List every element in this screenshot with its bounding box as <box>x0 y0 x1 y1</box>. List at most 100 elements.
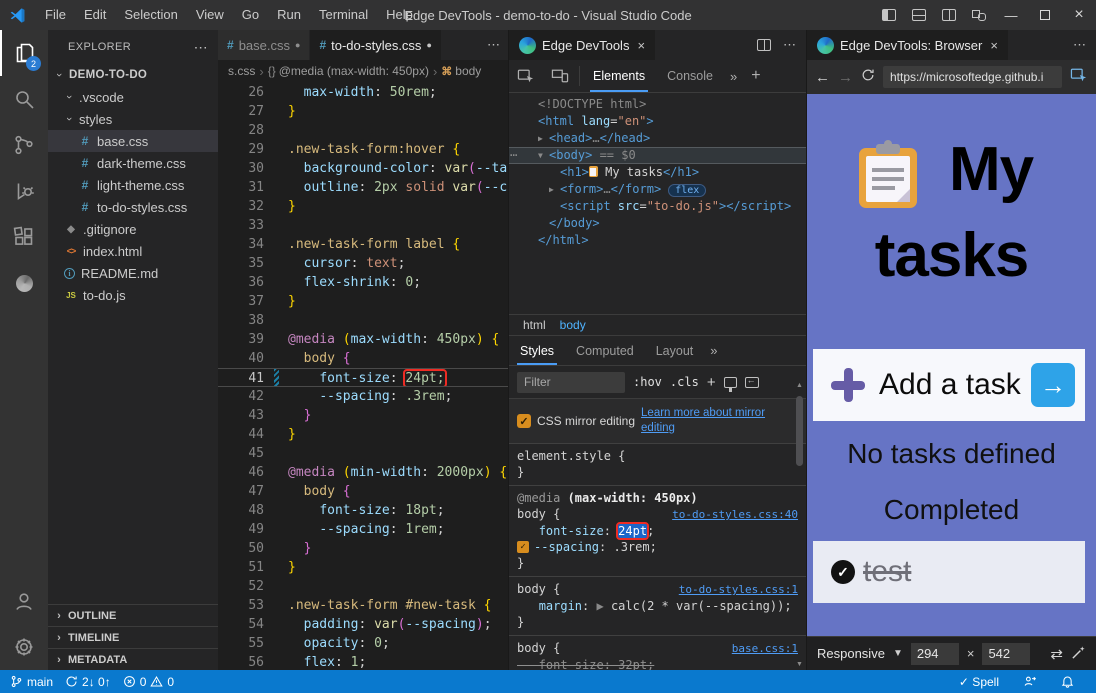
breadcrumb-selector[interactable]: body <box>455 64 481 78</box>
explorer-item-dark-theme-css[interactable]: #dark-theme.css <box>48 152 218 174</box>
code-line-39[interactable]: 39@media (max-width: 450px) { <box>218 330 508 349</box>
style-rule-row[interactable]: } <box>509 555 806 571</box>
dom-node[interactable]: ⋯▼<body> == $0 <box>509 147 806 164</box>
add-task-label[interactable]: Add a task <box>879 368 1021 402</box>
explorer-item-base-css[interactable]: #base.css <box>48 130 218 152</box>
menu-edit[interactable]: Edit <box>75 0 115 30</box>
code-line-32[interactable]: 32} <box>218 197 508 216</box>
collapse-arrow-icon[interactable]: ▶ <box>538 130 549 147</box>
code-line-42[interactable]: 42 --spacing: .3rem; <box>218 387 508 406</box>
stylesheet-link[interactable]: to-do-styles.css:40 <box>666 507 798 523</box>
dom-node[interactable]: ▶<head>…</head> <box>509 130 806 147</box>
notifications-bell-icon[interactable] <box>1061 675 1074 688</box>
code-line-40[interactable]: 40 body { <box>218 349 508 368</box>
element-crumb-body[interactable]: body <box>554 318 592 332</box>
dom-node[interactable]: <html lang="en"> <box>509 113 806 130</box>
viewport-height-input[interactable] <box>982 643 1030 665</box>
code-line-41[interactable]: 41 font-size: 24pt; <box>218 368 508 387</box>
code-line-34[interactable]: 34.new-task-form label { <box>218 235 508 254</box>
code-line-47[interactable]: 47 body { <box>218 482 508 501</box>
url-bar[interactable]: https://microsoftedge.github.i <box>883 66 1062 88</box>
split-editor-icon[interactable] <box>757 39 771 51</box>
tab-console[interactable]: Console <box>656 60 724 92</box>
inspect-page-icon[interactable] <box>1070 67 1088 88</box>
source-control-icon[interactable] <box>0 122 48 168</box>
explorer-item-to-do-js[interactable]: JSto-do.js <box>48 284 218 306</box>
style-rule-row[interactable]: } <box>509 464 806 480</box>
tab-computed[interactable]: Computed <box>565 336 645 365</box>
editor-actions-more-icon[interactable]: ⋯ <box>479 30 508 60</box>
section-outline[interactable]: ›OUTLINE <box>48 604 218 626</box>
customize-layout-icon[interactable] <box>964 0 994 30</box>
modified-dot-icon[interactable]: ● <box>426 40 431 50</box>
code-line-36[interactable]: 36 flex-shrink: 0; <box>218 273 508 292</box>
dom-node[interactable]: <script src="to-do.js"></script> <box>509 198 806 215</box>
pseudo-state-button[interactable]: :hov <box>633 375 662 389</box>
feedback-icon[interactable] <box>1023 675 1037 688</box>
code-line-43[interactable]: 43 } <box>218 406 508 425</box>
menu-view[interactable]: View <box>187 0 233 30</box>
tab-to-do-styles-css[interactable]: # to-do-styles.css ● <box>310 30 441 60</box>
breadcrumb-file[interactable]: s.css <box>228 64 255 78</box>
code-line-28[interactable]: 28 <box>218 121 508 140</box>
minimize-button[interactable]: — <box>994 0 1028 30</box>
close-icon[interactable]: × <box>990 38 998 53</box>
device-mode-select[interactable]: Responsive <box>817 646 885 661</box>
explorer-more-icon[interactable]: ⋯ <box>194 39 208 56</box>
add-task-submit-button[interactable]: → <box>1031 363 1075 407</box>
refresh-icon[interactable] <box>861 68 875 86</box>
code-line-33[interactable]: 33 <box>218 216 508 235</box>
add-tool-icon[interactable]: + <box>743 60 768 92</box>
more-tabs-icon[interactable]: » <box>724 60 743 92</box>
explorer-item-light-theme-css[interactable]: #light-theme.css <box>48 174 218 196</box>
spell-check-item[interactable]: ✓ Spell <box>959 675 999 689</box>
search-icon[interactable] <box>0 76 48 122</box>
code-line-35[interactable]: 35 cursor: text; <box>218 254 508 273</box>
section-metadata[interactable]: ›METADATA <box>48 648 218 670</box>
explorer-item-demo-to-do[interactable]: ›DEMO-TO-DO <box>48 64 218 86</box>
mirror-checkbox[interactable]: ✓ <box>517 414 531 428</box>
extensions-icon[interactable] <box>0 214 48 260</box>
completed-task-row[interactable]: ✓ test <box>813 541 1085 603</box>
style-rule-row[interactable]: body {base.css:1 <box>509 640 806 657</box>
code-line-56[interactable]: 56 flex: 1; <box>218 653 508 670</box>
color-format-icon[interactable] <box>724 377 737 388</box>
explorer-item-readme-md[interactable]: iREADME.md <box>48 262 218 284</box>
code-line-38[interactable]: 38 <box>218 311 508 330</box>
rotate-viewport-icon[interactable]: ⇄ <box>1050 645 1063 663</box>
browser-tab[interactable]: Edge DevTools: Browser × <box>807 30 1008 60</box>
chevron-down-icon[interactable]: ▼ <box>893 648 903 659</box>
inspect-icon[interactable] <box>509 60 543 92</box>
code-line-51[interactable]: 51} <box>218 558 508 577</box>
explorer-item-vscode[interactable]: ›.vscode <box>48 86 218 108</box>
code-line-54[interactable]: 54 padding: var(--spacing); <box>218 615 508 634</box>
style-rule-row[interactable]: margin: ▶ calc(2 * var(--spacing)); <box>509 598 806 614</box>
explorer-item-gitignore[interactable]: ◆.gitignore <box>48 218 218 240</box>
more-tabs-icon[interactable]: » <box>704 336 723 365</box>
git-branch-item[interactable]: main <box>10 675 53 689</box>
account-icon[interactable] <box>0 578 48 624</box>
edge-devtools-icon[interactable] <box>0 260 48 306</box>
more-actions-icon[interactable]: ⋯ <box>1073 37 1086 53</box>
style-rule-row[interactable]: } <box>509 614 806 630</box>
more-actions-icon[interactable]: ⋯ <box>783 37 796 53</box>
style-rule-row[interactable]: body {to-do-styles.css:40 <box>509 506 806 523</box>
sync-item[interactable]: 2↓ 0↑ <box>65 675 111 689</box>
code-line-29[interactable]: 29.new-task-form:hover { <box>218 140 508 159</box>
dom-node[interactable]: </body> <box>509 215 806 232</box>
style-rule-row[interactable]: font-size: 32pt; <box>509 657 806 670</box>
device-emulation-icon[interactable] <box>543 60 577 92</box>
code-line-49[interactable]: 49 --spacing: 1rem; <box>218 520 508 539</box>
explorer-item-to-do-styles-css[interactable]: #to-do-styles.css <box>48 196 218 218</box>
stylesheet-link[interactable]: to-do-styles.css:1 <box>673 582 798 598</box>
dom-node[interactable]: </html> <box>509 232 806 249</box>
devtools-tab[interactable]: Edge DevTools × <box>509 30 655 60</box>
tab-elements[interactable]: Elements <box>582 60 656 92</box>
element-crumb-html[interactable]: html <box>517 318 552 332</box>
mirror-learn-more-link[interactable]: Learn more about mirror editing <box>641 406 791 436</box>
maximize-button[interactable] <box>1028 0 1062 30</box>
style-rule-row[interactable]: ✓--spacing: .3rem; <box>509 539 806 555</box>
back-icon[interactable]: ← <box>815 69 830 86</box>
code-line-37[interactable]: 37} <box>218 292 508 311</box>
modified-dot-icon[interactable]: ● <box>295 40 300 50</box>
